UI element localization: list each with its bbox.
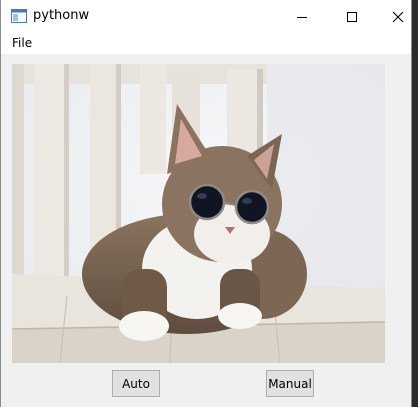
maximize-icon <box>347 11 357 22</box>
maximize-button[interactable] <box>329 0 375 33</box>
minimize-button[interactable] <box>279 0 325 33</box>
cat-photo <box>12 64 385 363</box>
auto-button[interactable]: Auto <box>112 370 160 397</box>
close-button[interactable] <box>375 0 418 33</box>
manual-button[interactable]: Manual <box>266 370 314 397</box>
menu-file[interactable]: File <box>11 36 33 50</box>
window-title: pythonw <box>33 8 90 23</box>
title-bar[interactable]: pythonw <box>1 0 411 33</box>
minimize-icon <box>297 16 307 18</box>
app-window-icon <box>11 9 27 23</box>
close-icon <box>392 11 404 22</box>
menu-bar: File <box>1 33 411 54</box>
app-window: pythonw File Auto Manual <box>0 0 412 407</box>
